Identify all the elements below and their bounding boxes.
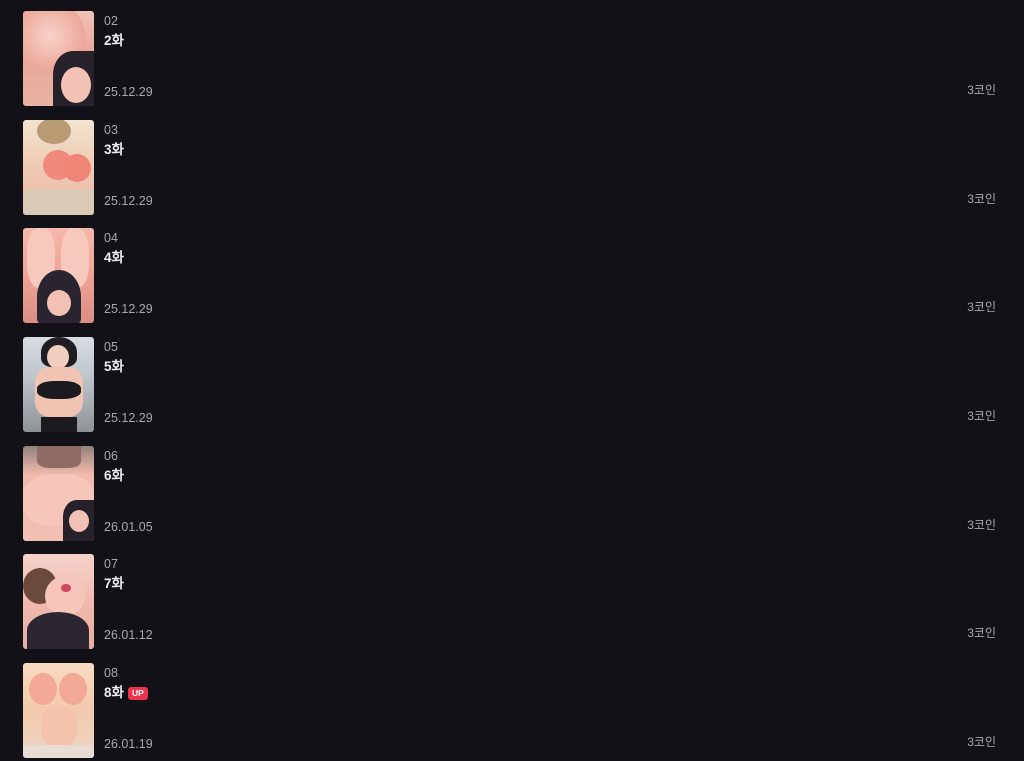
episode-title: 6화 bbox=[104, 468, 124, 483]
episode-title-row: 5화 bbox=[104, 358, 124, 376]
episode-thumbnail[interactable] bbox=[23, 120, 94, 215]
episode-row[interactable]: 03 3화 25.12.29 3코인 bbox=[0, 120, 1024, 216]
episode-thumbnail[interactable] bbox=[23, 337, 94, 432]
episode-title-row: 8화 UP bbox=[104, 684, 148, 702]
episode-price: 3코인 bbox=[967, 83, 996, 97]
episode-price: 3코인 bbox=[967, 735, 996, 749]
episode-date: 25.12.29 bbox=[104, 411, 153, 425]
episode-title-row: 4화 bbox=[104, 249, 124, 267]
episode-title: 8화 bbox=[104, 685, 124, 700]
episode-thumbnail[interactable] bbox=[23, 663, 94, 758]
episode-price: 3코인 bbox=[967, 300, 996, 314]
episode-title: 5화 bbox=[104, 359, 124, 374]
episode-title-row: 7화 bbox=[104, 575, 124, 593]
episode-title-row: 2화 bbox=[104, 32, 124, 50]
episode-number: 02 bbox=[104, 14, 118, 28]
episode-price: 3코인 bbox=[967, 192, 996, 206]
episode-title: 2화 bbox=[104, 33, 124, 48]
episode-date: 26.01.12 bbox=[104, 628, 153, 642]
episode-number: 03 bbox=[104, 123, 118, 137]
episode-number: 06 bbox=[104, 449, 118, 463]
episode-price: 3코인 bbox=[967, 409, 996, 423]
episode-date: 26.01.19 bbox=[104, 737, 153, 751]
episode-number: 07 bbox=[104, 557, 118, 571]
episode-title-row: 3화 bbox=[104, 141, 124, 159]
episode-date: 26.01.05 bbox=[104, 520, 153, 534]
episode-title-row: 6화 bbox=[104, 467, 124, 485]
episode-date: 25.12.29 bbox=[104, 85, 153, 99]
episode-list: 02 2화 25.12.29 3코인 03 3화 25.12.29 3코인 04 bbox=[0, 0, 1024, 761]
episode-title: 7화 bbox=[104, 576, 124, 591]
episode-thumbnail[interactable] bbox=[23, 446, 94, 541]
episode-row[interactable]: 08 8화 UP 26.01.19 3코인 bbox=[0, 663, 1024, 759]
episode-date: 25.12.29 bbox=[104, 302, 153, 316]
episode-title: 3화 bbox=[104, 142, 124, 157]
episode-price: 3코인 bbox=[967, 518, 996, 532]
episode-row[interactable]: 05 5화 25.12.29 3코인 bbox=[0, 337, 1024, 433]
episode-row[interactable]: 06 6화 26.01.05 3코인 bbox=[0, 446, 1024, 542]
episode-title: 4화 bbox=[104, 250, 124, 265]
up-badge: UP bbox=[127, 687, 148, 700]
episode-thumbnail[interactable] bbox=[23, 11, 94, 106]
episode-number: 04 bbox=[104, 231, 118, 245]
episode-number: 08 bbox=[104, 666, 118, 680]
episode-row[interactable]: 02 2화 25.12.29 3코인 bbox=[0, 11, 1024, 107]
episode-date: 25.12.29 bbox=[104, 194, 153, 208]
episode-thumbnail[interactable] bbox=[23, 554, 94, 649]
episode-row[interactable]: 04 4화 25.12.29 3코인 bbox=[0, 228, 1024, 324]
episode-thumbnail[interactable] bbox=[23, 228, 94, 323]
episode-row[interactable]: 07 7화 26.01.12 3코인 bbox=[0, 554, 1024, 650]
episode-number: 05 bbox=[104, 340, 118, 354]
episode-price: 3코인 bbox=[967, 626, 996, 640]
